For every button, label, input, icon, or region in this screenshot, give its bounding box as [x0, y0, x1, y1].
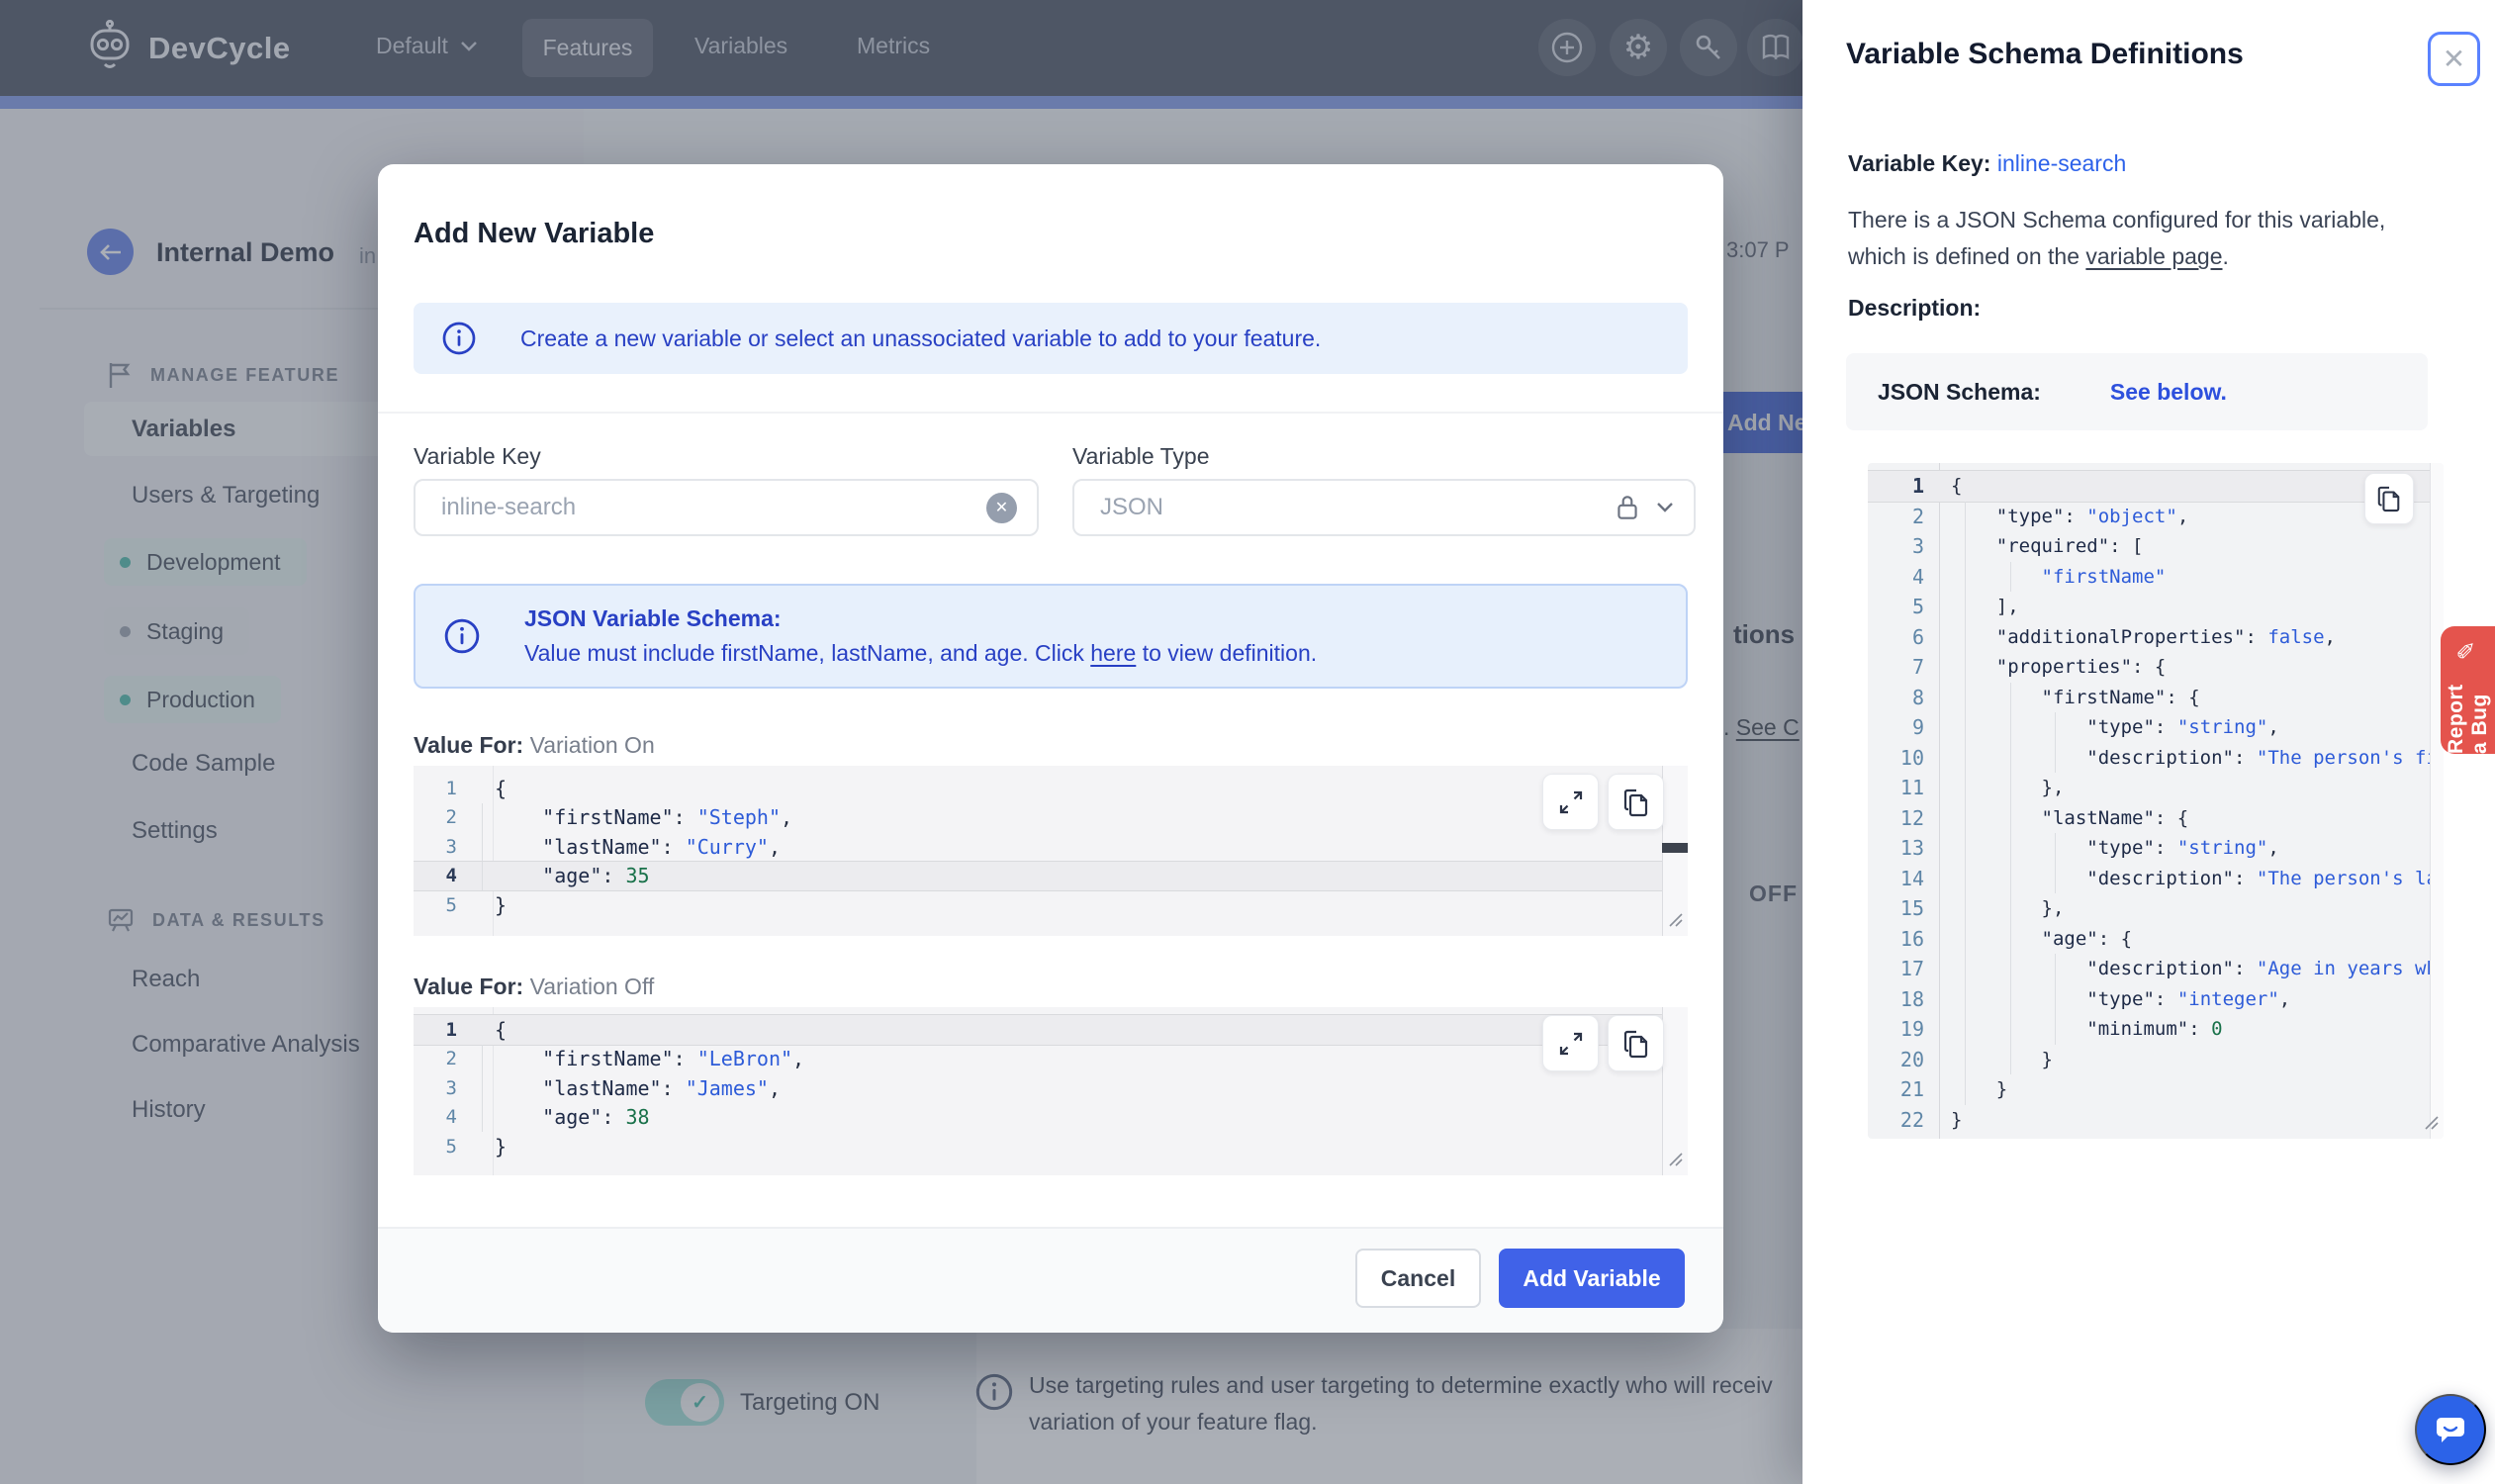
value-for-variation-off-label: Value For: Variation Off [414, 974, 655, 999]
clear-input-icon[interactable]: ✕ [986, 492, 1017, 523]
description-label: Description: [1848, 295, 1982, 321]
value-for-variation-on-label: Value For: Variation On [414, 732, 655, 758]
variation-on-editor[interactable]: 1{2 "firstName": "Steph", 3 "lastName": "… [414, 766, 1688, 936]
variable-type-label: Variable Type [1072, 443, 1210, 469]
resize-handle-icon[interactable] [1667, 1151, 1683, 1170]
json-schema-summary-box: JSON Schema: See below. [1846, 353, 2428, 430]
variable-type-select[interactable]: JSON [1072, 479, 1696, 536]
copy-icon [1623, 788, 1647, 816]
panel-description-paragraph: There is a JSON Schema configured for th… [1848, 207, 2386, 269]
modal-title: Add New Variable [414, 218, 655, 249]
copy-icon [1623, 1030, 1647, 1058]
variable-schema-panel: Variable Schema Definitions ✕ Variable K… [1802, 0, 2495, 1484]
chat-bubble-icon [2437, 1418, 2464, 1442]
panel-title: Variable Schema Definitions [1846, 38, 2244, 70]
variation-off-code: 1{2 "firstName": "LeBron", 3 "lastName": … [414, 1007, 1688, 1161]
variable-page-link[interactable]: variable page [2085, 243, 2222, 269]
banner-text: Create a new variable or select an unass… [520, 325, 1322, 351]
report-a-bug-label: Report a Bug [2444, 684, 2491, 754]
add-variable-button[interactable]: Add Variable [1499, 1249, 1685, 1308]
add-variable-modal: Add New Variable Create a new variable o… [378, 164, 1723, 1333]
copy-code-button[interactable] [1608, 774, 1664, 830]
scrollbar-thumb[interactable] [1662, 843, 1688, 853]
json-schema-notice: JSON Variable Schema: Value must include… [414, 584, 1688, 689]
notice-text: Value must include firstName, lastName, … [524, 640, 1318, 666]
info-circle-icon [442, 322, 476, 355]
chevron-down-icon [1657, 503, 1673, 512]
close-icon: ✕ [2442, 44, 2466, 74]
resize-handle-icon[interactable] [2423, 1114, 2439, 1134]
copy-code-button[interactable] [1608, 1015, 1664, 1071]
info-circle-icon [444, 618, 480, 654]
cancel-button[interactable]: Cancel [1355, 1249, 1481, 1308]
variation-on-code: 1{2 "firstName": "Steph", 3 "lastName": "… [414, 766, 1688, 920]
expand-editor-button[interactable] [1542, 1015, 1599, 1071]
lock-icon [1617, 496, 1637, 519]
schema-scrollbar[interactable] [2430, 463, 2444, 1139]
view-definition-link[interactable]: here [1090, 640, 1136, 666]
modal-divider [378, 412, 1723, 414]
expand-editor-button[interactable] [1542, 774, 1599, 830]
see-below-link[interactable]: See below. [2110, 379, 2227, 406]
variable-key-input[interactable]: inline-search ✕ [414, 479, 1039, 536]
close-panel-button[interactable]: ✕ [2428, 32, 2480, 86]
variable-key-label: Variable Key [414, 443, 541, 469]
pencil-icon: ✎ [2453, 640, 2481, 661]
resize-handle-icon[interactable] [1667, 911, 1683, 931]
notice-title: JSON Variable Schema: [524, 605, 782, 631]
panel-variable-key: Variable Key: inline-search [1848, 150, 2127, 176]
expand-icon [1559, 790, 1582, 813]
report-a-bug-tab[interactable]: ✎ Report a Bug [2441, 626, 2495, 754]
screen: DevCycle Default Features Variables Metr… [0, 0, 2495, 1484]
modal-footer: Cancel Add Variable [378, 1227, 1723, 1333]
copy-icon [2377, 486, 2400, 512]
schema-code-block[interactable]: 1{2 "type": "object", 3 "required": [4 "f… [1868, 463, 2444, 1139]
variable-key-link[interactable]: inline-search [1997, 150, 2126, 176]
chat-widget-button[interactable] [2415, 1394, 2486, 1465]
modal-info-banner: Create a new variable or select an unass… [414, 303, 1688, 374]
schema-code: 1{2 "type": "object", 3 "required": [4 "f… [1868, 463, 2444, 1135]
expand-icon [1559, 1032, 1582, 1055]
variation-off-editor[interactable]: 1{2 "firstName": "LeBron", 3 "lastName": … [414, 1007, 1688, 1175]
copy-schema-button[interactable] [2364, 473, 2414, 524]
